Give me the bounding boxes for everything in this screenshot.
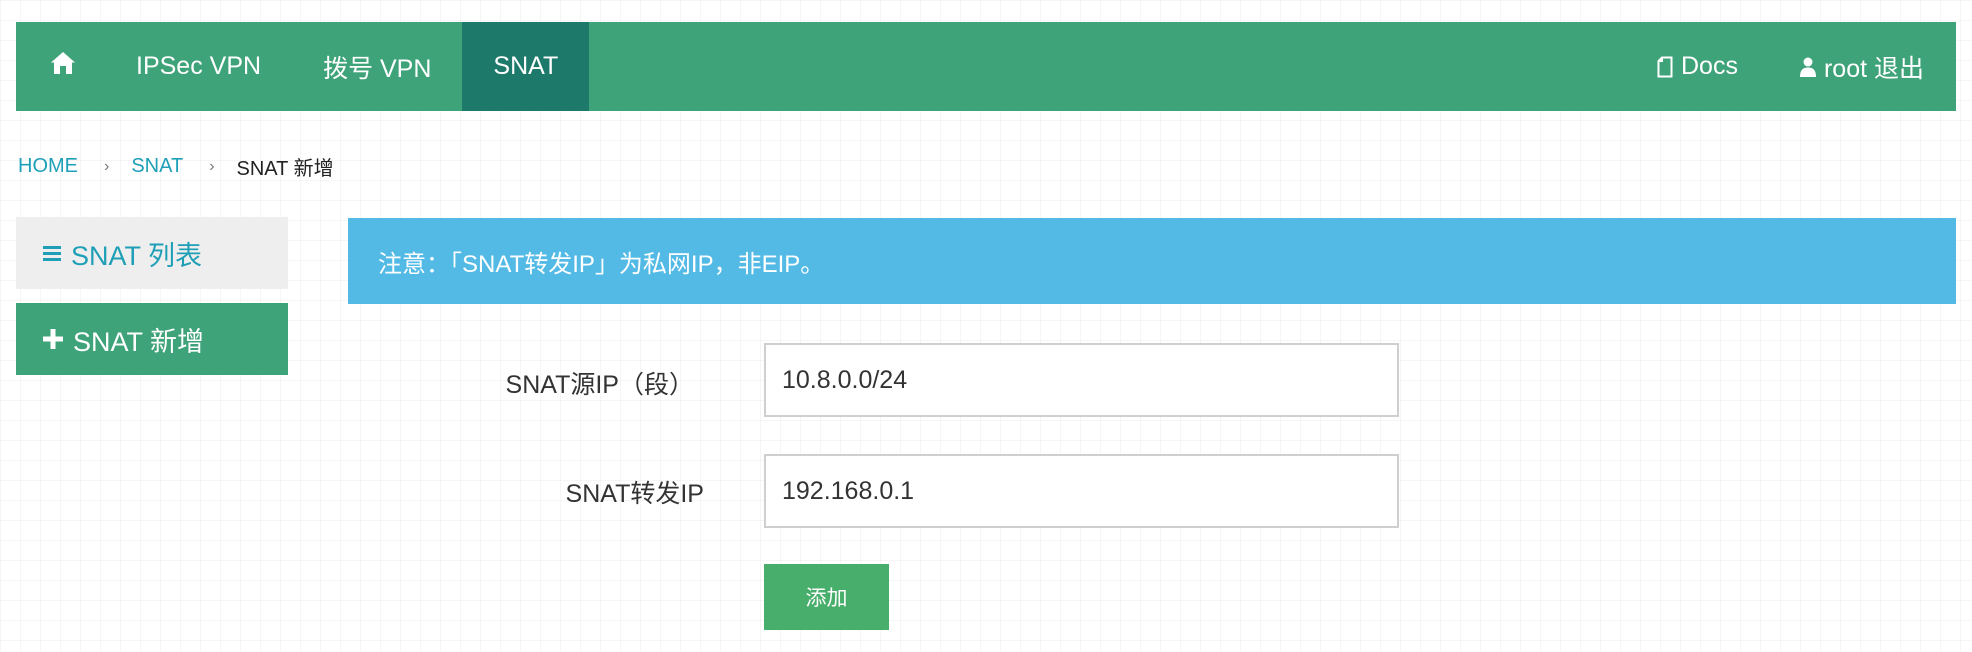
forward-ip-input[interactable]	[764, 454, 1399, 528]
nav-docs[interactable]: Docs	[1626, 22, 1769, 111]
notice-alert-text: 注意：「SNAT转发IP」为私网IP，非EIP。	[378, 250, 825, 278]
top-navbar: IPSec VPN 拨号 VPN SNAT Docs root 退出	[16, 22, 1956, 111]
document-icon	[1657, 56, 1673, 78]
forward-ip-label: SNAT转发IP	[565, 480, 704, 508]
breadcrumb-snat[interactable]: SNAT	[131, 155, 183, 178]
nav-snat[interactable]: SNAT	[462, 22, 590, 111]
breadcrumb: HOME › SNAT › SNAT 新增	[18, 152, 334, 181]
breadcrumb-current: SNAT 新增	[236, 158, 334, 180]
nav-dialup-vpn[interactable]: 拨号 VPN	[292, 22, 462, 111]
nav-home[interactable]	[16, 22, 105, 111]
breadcrumb-separator: ›	[104, 157, 110, 175]
nav-user-label: root 退出	[1823, 54, 1924, 83]
breadcrumb-separator: ›	[209, 157, 215, 175]
nav-ipsec-vpn[interactable]: IPSec VPN	[105, 22, 292, 111]
sidebar-item-label: SNAT 新增	[73, 326, 205, 357]
add-button[interactable]: 添加	[764, 564, 889, 630]
nav-snat-label: SNAT	[493, 52, 559, 80]
home-icon	[50, 51, 76, 82]
nav-user-logout[interactable]: root 退出	[1769, 22, 1956, 111]
sidebar-item-label: SNAT 列表	[71, 240, 203, 271]
list-icon	[43, 244, 61, 262]
notice-alert: 注意：「SNAT转发IP」为私网IP，非EIP。	[348, 218, 1956, 304]
user-icon	[1799, 57, 1816, 77]
nav-ipsec-vpn-label: IPSec VPN	[136, 52, 262, 80]
source-ip-input[interactable]	[764, 343, 1399, 417]
sidebar-item-snat-list[interactable]: SNAT 列表	[16, 217, 288, 289]
breadcrumb-home[interactable]: HOME	[18, 155, 78, 178]
nav-dialup-vpn-label: 拨号 VPN	[323, 54, 432, 83]
nav-docs-label: Docs	[1681, 52, 1738, 80]
plus-icon	[43, 329, 63, 349]
source-ip-label: SNAT源IP（段）	[505, 371, 694, 399]
sidebar-item-snat-add[interactable]: SNAT 新增	[16, 303, 288, 375]
